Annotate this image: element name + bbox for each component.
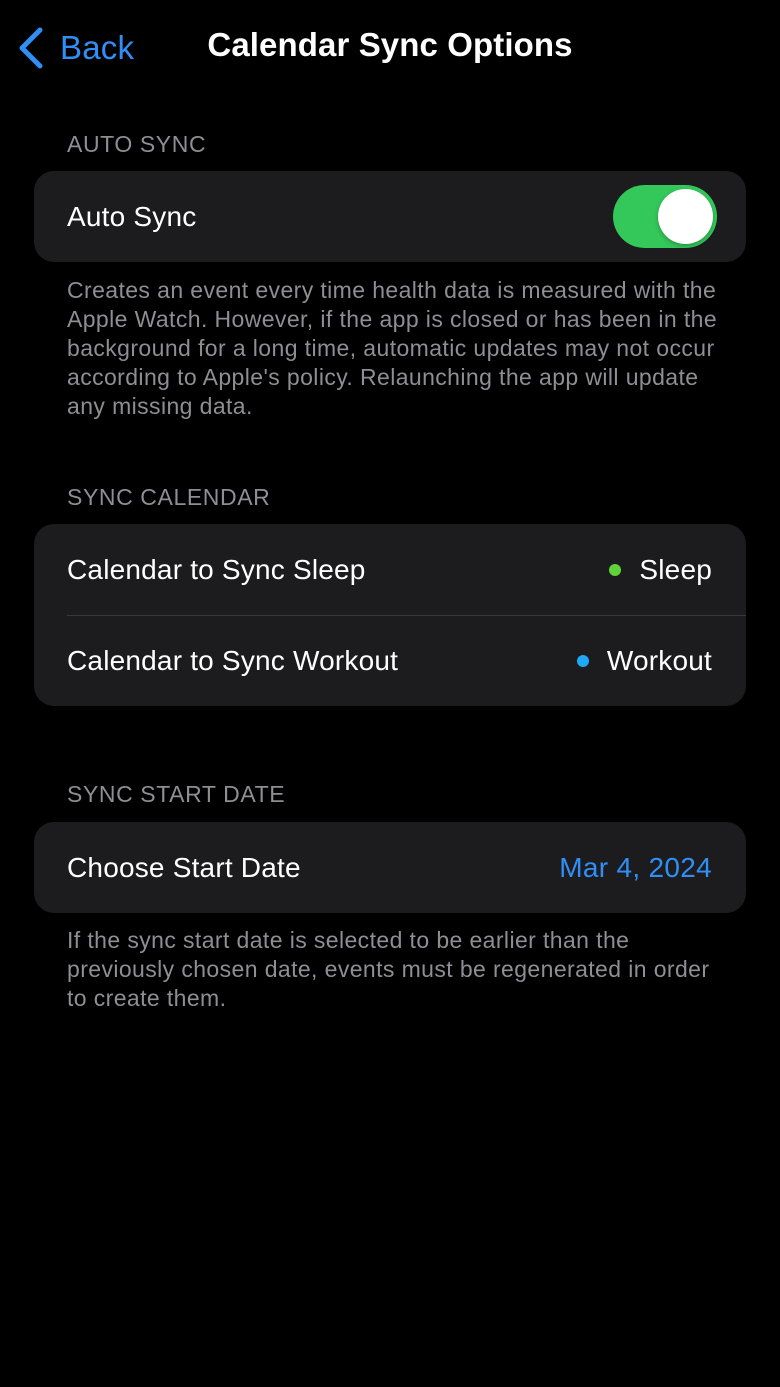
toggle-knob	[658, 189, 713, 244]
section-header-auto-sync: AUTO SYNC	[67, 131, 207, 157]
choose-start-date-row[interactable]: Choose Start Date Mar 4, 2024	[34, 822, 746, 913]
auto-sync-footnote: Creates an event every time health data …	[67, 277, 718, 419]
calendar-workout-value: Workout	[576, 644, 712, 677]
auto-sync-label: Auto Sync	[67, 200, 197, 232]
calendar-sleep-row[interactable]: Calendar to Sync Sleep Sleep	[34, 524, 746, 615]
calendar-sleep-value: Sleep	[609, 554, 712, 586]
section-header-sync-calendar: SYNC CALENDAR	[67, 484, 271, 510]
choose-start-date-label: Choose Start Date	[67, 851, 301, 883]
auto-sync-row: Auto Sync	[34, 171, 746, 262]
auto-sync-group: Auto Sync	[34, 171, 746, 262]
calendar-sleep-label: Calendar to Sync Sleep	[67, 553, 366, 585]
sync-start-date-group: Choose Start Date Mar 4, 2024	[34, 822, 746, 913]
sync-start-date-footnote: If the sync start date is selected to be…	[67, 927, 710, 1011]
calendar-workout-row[interactable]: Calendar to Sync Workout Workout	[34, 615, 746, 706]
workout-calendar-color-dot	[576, 654, 589, 667]
section-header-sync-start-date: SYNC START DATE	[67, 781, 286, 807]
calendar-workout-value-text: Workout	[606, 644, 712, 676]
calendar-sleep-value-text: Sleep	[639, 553, 712, 585]
navigation-bar: Back Calendar Sync Options	[0, 0, 780, 96]
page-title: Calendar Sync Options	[207, 26, 573, 63]
sleep-calendar-color-dot	[609, 563, 622, 576]
start-date-value[interactable]: Mar 4, 2024	[559, 852, 712, 884]
calendar-workout-label: Calendar to Sync Workout	[67, 644, 399, 676]
sync-calendar-group: Calendar to Sync Sleep Sleep Calendar to…	[34, 524, 746, 706]
auto-sync-toggle[interactable]	[613, 185, 717, 248]
